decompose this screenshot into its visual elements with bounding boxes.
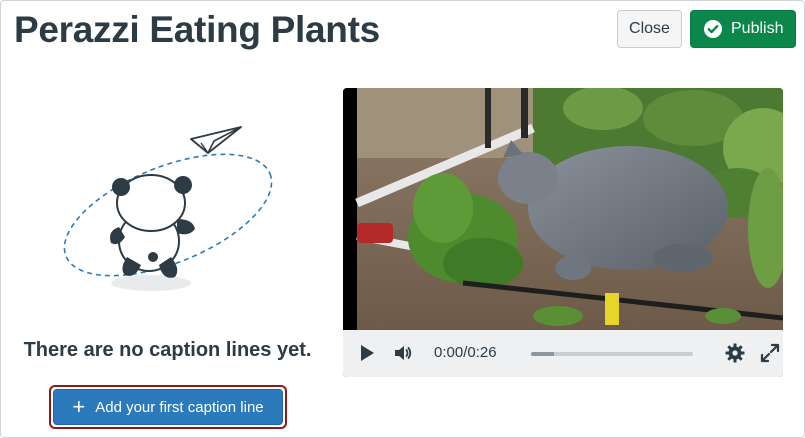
fullscreen-icon[interactable] <box>760 343 780 363</box>
add-caption-label: Add your first caption line <box>95 398 264 416</box>
page-title: Perazzi Eating Plants <box>14 9 380 50</box>
progress-bar[interactable] <box>531 352 693 356</box>
video-player: 0:00/0:26 <box>343 88 783 377</box>
plus-icon: + <box>72 394 86 419</box>
add-first-caption-button[interactable]: + Add your first caption line <box>53 389 283 425</box>
gear-icon[interactable] <box>725 343 745 363</box>
time-display: 0:00/0:26 <box>434 344 497 361</box>
paper-plane-icon <box>190 126 242 154</box>
video-frame[interactable] <box>343 88 783 330</box>
check-circle-icon <box>703 19 723 39</box>
add-caption-focus-ring: + Add your first caption line <box>49 385 287 429</box>
publish-label: Publish <box>731 20 784 37</box>
volume-icon[interactable] <box>393 343 413 363</box>
player-controls: 0:00/0:26 <box>343 330 783 377</box>
progress-buffered <box>531 352 554 356</box>
empty-state-illustration <box>51 119 281 299</box>
caption-editor-window: Perazzi Eating Plants Close Publish Ther… <box>0 0 805 438</box>
close-button[interactable]: Close <box>617 10 682 48</box>
publish-button[interactable]: Publish <box>690 10 796 48</box>
empty-state-message: There are no caption lines yet. <box>23 339 312 361</box>
panda-icon <box>110 174 195 278</box>
play-icon[interactable] <box>359 344 375 362</box>
